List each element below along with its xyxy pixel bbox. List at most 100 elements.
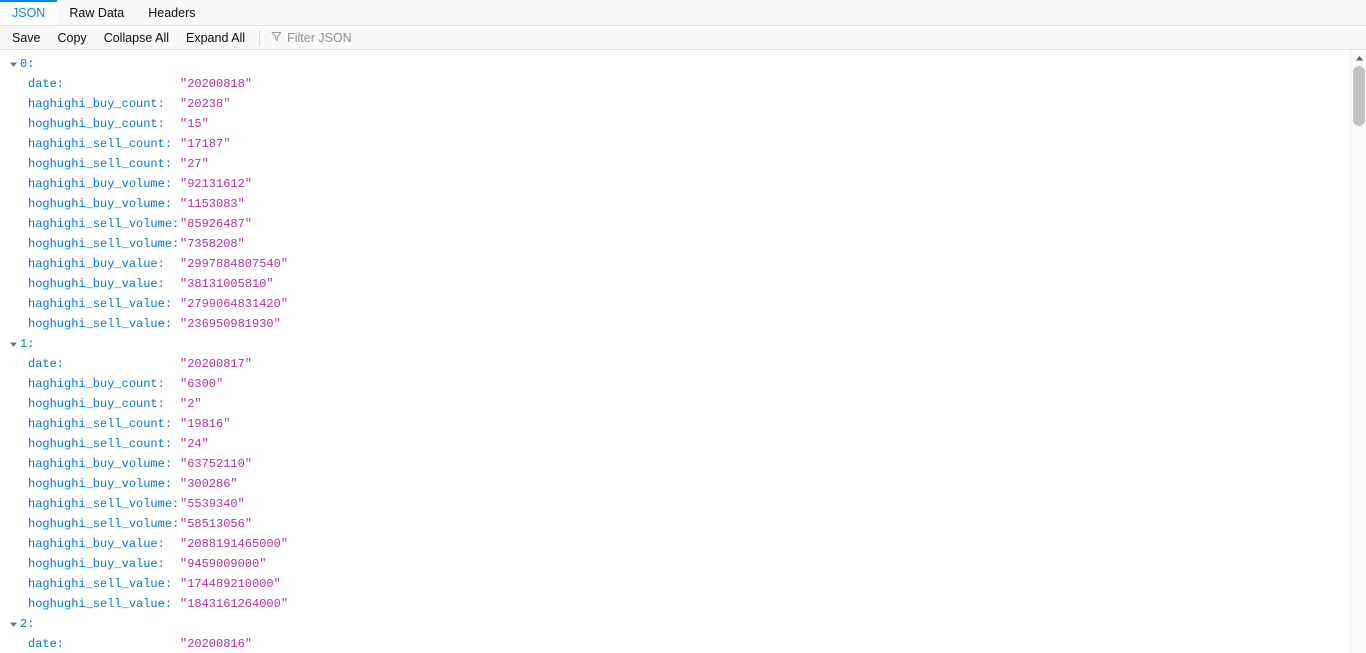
json-property-key: hoghughi_sell_value: [28, 597, 173, 611]
json-property-key: haghighi_buy_value: [28, 257, 165, 271]
json-property-key: hoghughi_buy_value: [28, 557, 165, 571]
json-property-row[interactable]: hoghughi_sell_value: "236950981930" [0, 314, 1350, 334]
json-property-row[interactable]: hoghughi_buy_volume: "1153083" [0, 194, 1350, 214]
json-property-row[interactable]: haghighi_sell_count: "17187" [0, 134, 1350, 154]
expand-all-button[interactable]: Expand All [178, 27, 253, 49]
json-property-row[interactable]: hoghughi_buy_count: "2" [0, 394, 1350, 414]
json-property-key: hoghughi_buy_count: [28, 117, 165, 131]
collapse-twisty-icon[interactable] [6, 334, 20, 354]
json-property-value: "2799064831420" [180, 297, 289, 311]
json-property-row[interactable]: haghighi_buy_value: "2997884807540" [0, 254, 1350, 274]
json-array-item[interactable]: 0: [0, 54, 1350, 74]
json-property-row[interactable]: hoghughi_buy_value: "9459009000" [0, 554, 1350, 574]
collapse-twisty-icon[interactable] [6, 54, 20, 74]
json-property-key: haghighi_sell_value: [28, 297, 173, 311]
json-property-row[interactable]: hoghughi_sell_value: "1843161264000" [0, 594, 1350, 614]
json-property-key: hoghughi_buy_count: [28, 397, 165, 411]
tab-headers-label: Headers [148, 5, 196, 20]
json-property-key: date: [28, 77, 65, 91]
json-property-key: hoghughi_buy_volume: [28, 477, 173, 491]
json-property-row[interactable]: hoghughi_buy_value: "38131005810" [0, 274, 1350, 294]
toolbar-divider [259, 29, 261, 46]
json-property-key: hoghughi_sell_count: [28, 157, 173, 171]
json-property-value: "236950981930" [180, 317, 281, 331]
json-property-key: haghighi_buy_volume: [28, 177, 173, 191]
filter-json-input[interactable] [287, 30, 408, 45]
json-property-row[interactable]: hoghughi_sell_count: "27" [0, 154, 1350, 174]
json-property-row[interactable]: haghighi_buy_volume: "92131612" [0, 174, 1350, 194]
json-property-value: "6300" [180, 377, 224, 391]
json-property-row[interactable]: hoghughi_sell_volume: "58513056" [0, 514, 1350, 534]
json-property-value: "17187" [180, 137, 231, 151]
vertical-scrollbar[interactable] [1350, 50, 1366, 653]
json-property-row[interactable]: haghighi_buy_value: "2088191465000" [0, 534, 1350, 554]
json-property-row[interactable]: haghighi_sell_value: "174489210000" [0, 574, 1350, 594]
json-property-row[interactable]: hoghughi_sell_volume: "7358208" [0, 234, 1350, 254]
scrollbar-track[interactable] [1351, 66, 1366, 653]
json-property-value: "63752110" [180, 457, 253, 471]
tab-json[interactable]: JSON [0, 0, 58, 25]
json-property-value: "7358208" [180, 237, 245, 251]
scrollbar-thumb[interactable] [1353, 66, 1365, 126]
json-array-index: 0: [20, 57, 35, 71]
json-property-key: hoghughi_buy_volume: [28, 197, 173, 211]
json-property-row[interactable]: date: "20200816" [0, 634, 1350, 653]
json-property-key: haghighi_sell_volume: [28, 497, 180, 511]
json-property-value: "2" [180, 397, 202, 411]
viewer-tabbar: JSON Raw Data Headers [0, 0, 1366, 26]
save-button[interactable]: Save [4, 27, 49, 49]
json-property-key: hoghughi_buy_value: [28, 277, 165, 291]
json-property-row[interactable]: haghighi_buy_volume: "63752110" [0, 454, 1350, 474]
json-property-key: haghighi_buy_count: [28, 377, 165, 391]
json-property-row[interactable]: haghighi_buy_count: "20238" [0, 94, 1350, 114]
chevron-up-icon [1355, 50, 1364, 67]
json-property-row[interactable]: haghighi_sell_value: "2799064831420" [0, 294, 1350, 314]
json-property-value: "2997884807540" [180, 257, 289, 271]
json-property-value: "20200817" [180, 357, 253, 371]
json-property-row[interactable]: haghighi_sell_count: "19816" [0, 414, 1350, 434]
json-property-key: hoghughi_sell_volume: [28, 237, 180, 251]
json-property-value: "300286" [180, 477, 238, 491]
scroll-up-arrow[interactable] [1351, 50, 1366, 66]
json-array-index: 2: [20, 617, 35, 631]
json-property-key: haghighi_buy_count: [28, 97, 165, 111]
json-property-row[interactable]: haghighi_sell_volume: "85926487" [0, 214, 1350, 234]
json-property-row[interactable]: hoghughi_sell_count: "24" [0, 434, 1350, 454]
json-property-row[interactable]: date: "20200818" [0, 74, 1350, 94]
tab-raw-data-label: Raw Data [69, 5, 125, 20]
collapse-all-button[interactable]: Collapse All [96, 27, 177, 49]
json-property-value: "58513056" [180, 517, 253, 531]
json-property-value: "19816" [180, 417, 231, 431]
json-property-row[interactable]: haghighi_sell_volume: "5539340" [0, 494, 1350, 514]
json-property-row[interactable]: hoghughi_buy_count: "15" [0, 114, 1350, 134]
json-array-item[interactable]: 2: [0, 614, 1350, 634]
tab-headers[interactable]: Headers [136, 0, 207, 25]
json-property-key: haghighi_buy_volume: [28, 457, 173, 471]
json-property-key: haghighi_sell_count: [28, 417, 173, 431]
json-property-value: "85926487" [180, 217, 253, 231]
copy-button[interactable]: Copy [50, 27, 95, 49]
json-property-row[interactable]: hoghughi_buy_volume: "300286" [0, 474, 1350, 494]
json-property-row[interactable]: date: "20200817" [0, 354, 1350, 374]
json-property-value: "174489210000" [180, 577, 281, 591]
json-property-value: "15" [180, 117, 209, 131]
json-property-key: date: [28, 357, 65, 371]
collapse-twisty-icon[interactable] [6, 614, 20, 634]
json-property-key: haghighi_sell_count: [28, 137, 173, 151]
json-property-value: "27" [180, 157, 209, 171]
tab-json-label: JSON [12, 5, 46, 20]
json-property-key: hoghughi_sell_count: [28, 437, 173, 451]
json-property-value: "20200816" [180, 637, 253, 651]
json-property-value: "1153083" [180, 197, 245, 211]
tab-raw-data[interactable]: Raw Data [57, 0, 136, 25]
json-property-value: "92131612" [180, 177, 253, 191]
json-property-value: "9459009000" [180, 557, 267, 571]
json-content: 0: date: "20200818" haghighi_buy_count: "202… [0, 50, 1350, 653]
json-array-item[interactable]: 1: [0, 334, 1350, 354]
json-property-value: "24" [180, 437, 209, 451]
json-property-row[interactable]: haghighi_buy_count: "6300" [0, 374, 1350, 394]
json-property-value: "20200818" [180, 77, 253, 91]
json-property-value: "38131005810" [180, 277, 274, 291]
json-property-value: "2088191465000" [180, 537, 289, 551]
json-property-key: haghighi_buy_value: [28, 537, 165, 551]
